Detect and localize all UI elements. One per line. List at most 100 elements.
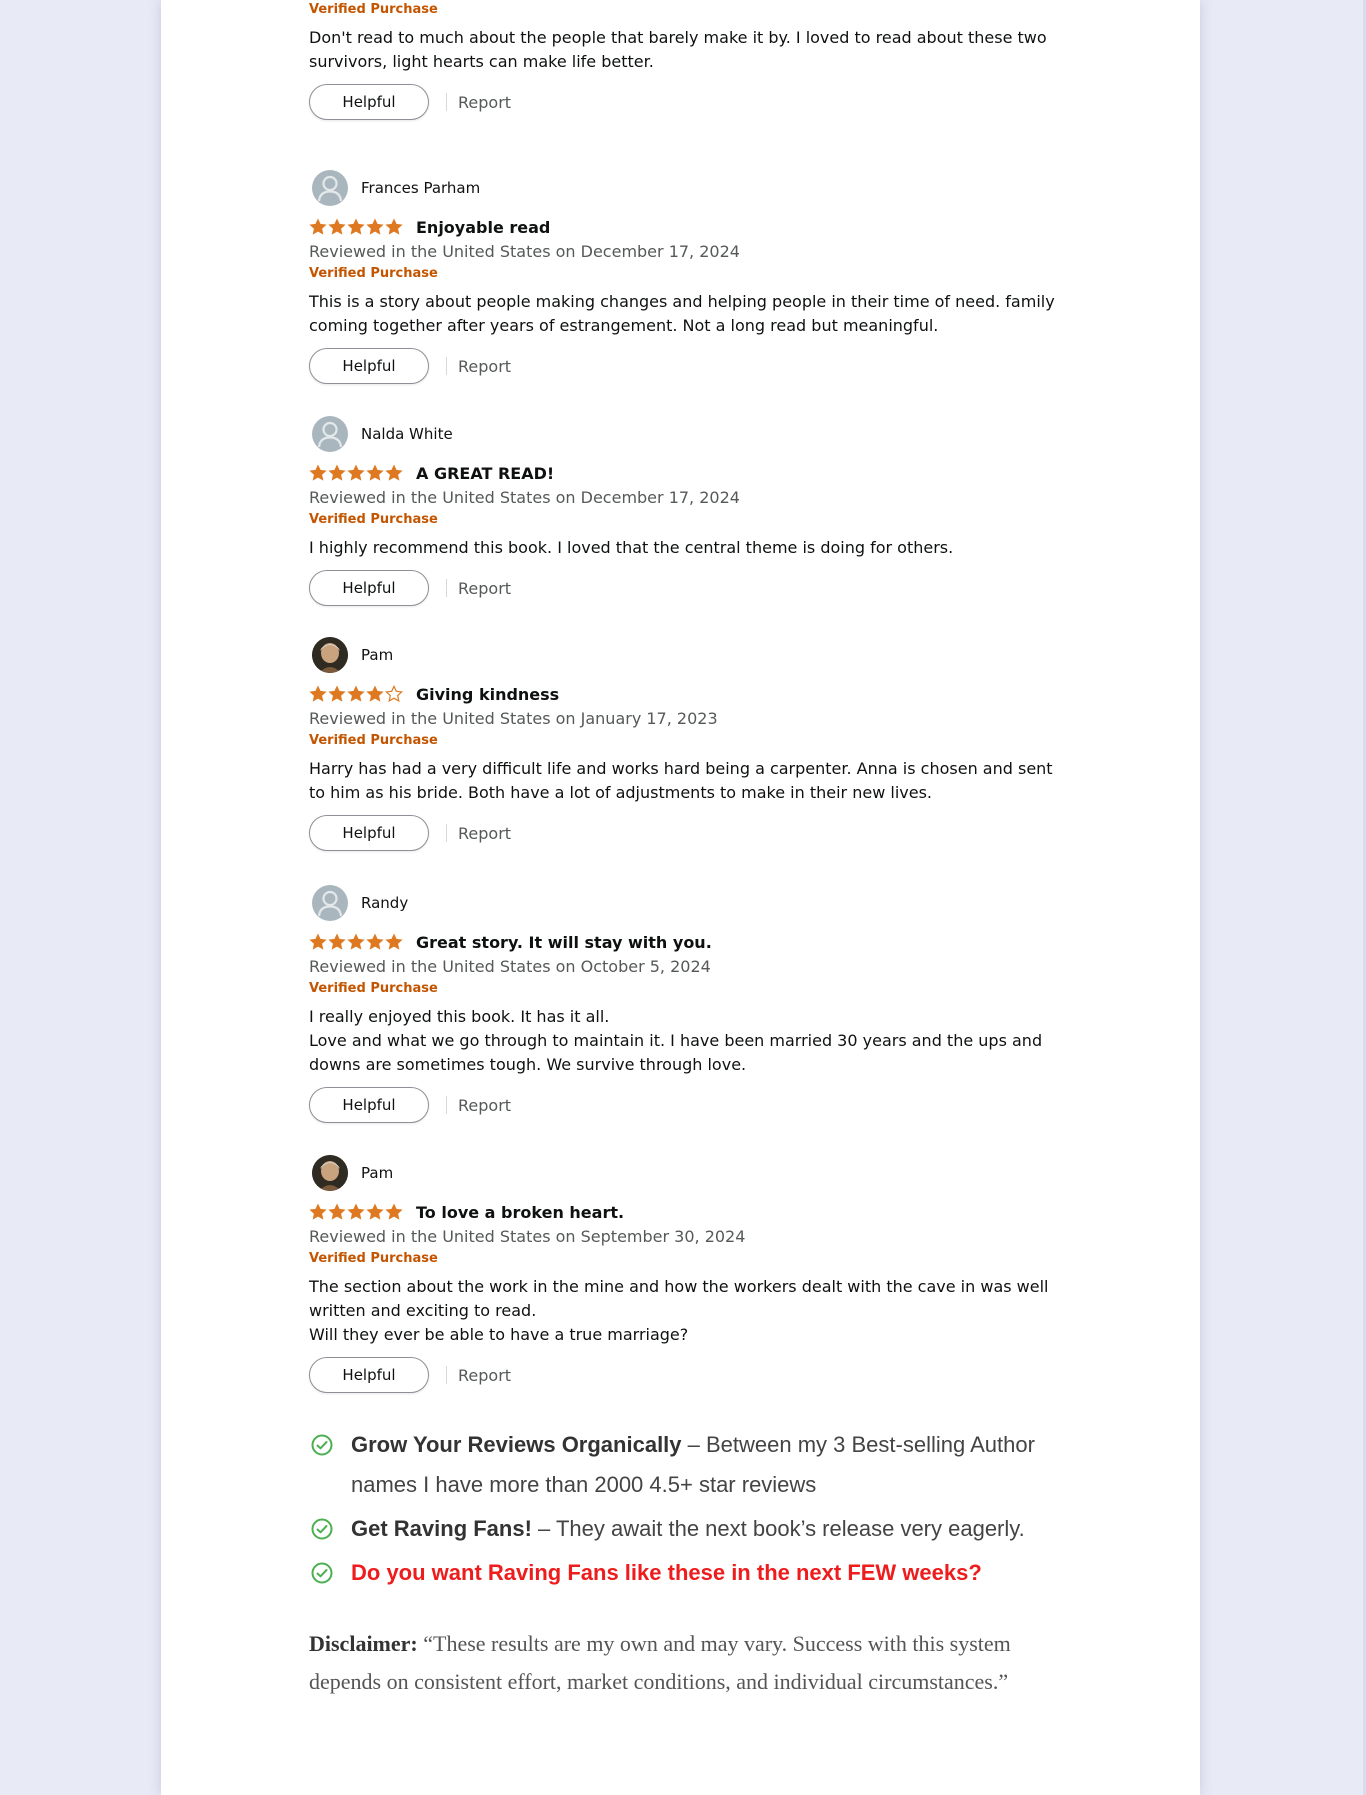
review-title-row: To love a broken heart.	[309, 1201, 1069, 1223]
star-rating[interactable]	[309, 933, 404, 951]
helpful-button[interactable]: Helpful	[309, 348, 429, 384]
benefit-bold: Get Raving Fans!	[351, 1516, 532, 1541]
check-circle-icon	[311, 1562, 333, 1584]
star-filled-icon	[328, 218, 346, 235]
star-filled-icon	[347, 933, 365, 950]
report-link[interactable]: Report	[458, 93, 511, 112]
star-filled-icon	[366, 1203, 384, 1220]
report-link[interactable]: Report	[458, 579, 511, 598]
reviewer-name[interactable]: Randy	[361, 894, 408, 912]
star-filled-icon	[347, 685, 365, 702]
reviewer-name[interactable]: Frances Parham	[361, 179, 480, 197]
review-date: Reviewed in the United States on Decembe…	[309, 242, 740, 261]
reviewer-profile[interactable]: Nalda White	[309, 416, 1069, 452]
reviewer-profile[interactable]: Randy	[309, 885, 1069, 921]
page-container: Reviewed in the United States on Decembe…	[161, 0, 1200, 1795]
review-body: The section about the work in the mine a…	[309, 1277, 1049, 1344]
star-rating[interactable]	[309, 464, 404, 482]
star-filled-icon	[347, 464, 365, 481]
divider	[446, 1366, 447, 1384]
review-body: I really enjoyed this book. It has it al…	[309, 1007, 1043, 1074]
star-filled-icon	[347, 1203, 365, 1220]
benefit-bold: Grow Your Reviews Organically	[351, 1432, 682, 1457]
reviewer-profile[interactable]: Pam	[309, 637, 1069, 673]
avatar-default-icon	[312, 885, 348, 921]
review-body: Don't read to much about the people that…	[309, 28, 1047, 71]
helpful-button[interactable]: Helpful	[309, 815, 429, 851]
reviewer-name[interactable]: Pam	[361, 1164, 393, 1182]
star-filled-icon	[328, 933, 346, 950]
review-title[interactable]: To love a broken heart.	[416, 1203, 624, 1222]
avatar-default-icon	[312, 416, 348, 452]
review-item: Nalda White A GREAT READ! Reviewed in the …	[309, 416, 1069, 606]
helpful-button[interactable]: Helpful	[309, 1087, 429, 1123]
star-filled-icon	[385, 464, 403, 481]
star-filled-icon	[328, 685, 346, 702]
benefit-item-cta: Do you want Raving Fans like these in th…	[311, 1553, 1071, 1593]
review-title[interactable]: A GREAT READ!	[416, 464, 554, 483]
verified-purchase-badge: Verified Purchase	[309, 733, 438, 748]
review-item: Pam To love a broken heart. Reviewed in th…	[309, 1155, 1069, 1393]
star-filled-icon	[328, 1203, 346, 1220]
check-circle-icon	[311, 1518, 333, 1540]
review-date: Reviewed in the United States on January…	[309, 709, 718, 728]
star-filled-icon	[366, 218, 384, 235]
review-title[interactable]: Enjoyable read	[416, 218, 550, 237]
review-body: This is a story about people making chan…	[309, 292, 1055, 335]
review-actions: Helpful Report	[309, 84, 1069, 120]
verified-purchase-badge: Verified Purchase	[309, 2, 438, 17]
star-filled-icon	[309, 218, 327, 235]
verified-purchase-badge: Verified Purchase	[309, 266, 438, 281]
helpful-button[interactable]: Helpful	[309, 1357, 429, 1393]
review-body: I highly recommend this book. I loved th…	[309, 538, 954, 557]
review-title-row: Giving kindness	[309, 683, 1069, 705]
review-title-row: Enjoyable read	[309, 216, 1069, 238]
review-item: Pam Giving kindness Reviewed in the United…	[309, 637, 1069, 851]
verified-purchase-badge: Verified Purchase	[309, 981, 438, 996]
verified-purchase-badge: Verified Purchase	[309, 512, 438, 527]
report-link[interactable]: Report	[458, 357, 511, 376]
benefits-list: Grow Your Reviews Organically – Between …	[311, 1425, 1071, 1597]
report-link[interactable]: Report	[458, 1096, 511, 1115]
review-date: Reviewed in the United States on October…	[309, 957, 711, 976]
star-filled-icon	[385, 1203, 403, 1220]
divider	[446, 824, 447, 842]
review-actions: Helpful Report	[309, 570, 1069, 606]
review-item: Reviewed in the United States on Decembe…	[309, 0, 1069, 120]
benefit-text: – They await the next book’s release ver…	[531, 1516, 1025, 1541]
star-filled-icon	[385, 218, 403, 235]
check-circle-icon	[311, 1434, 333, 1456]
star-filled-icon	[309, 1203, 327, 1220]
review-actions: Helpful Report	[309, 1357, 1069, 1393]
star-rating[interactable]	[309, 218, 404, 236]
review-title-row: A GREAT READ!	[309, 462, 1069, 484]
helpful-button[interactable]: Helpful	[309, 570, 429, 606]
avatar-photo	[312, 1155, 348, 1191]
benefit-cta-text: Do you want Raving Fans like these in th…	[351, 1560, 982, 1585]
review-title[interactable]: Great story. It will stay with you.	[416, 933, 712, 952]
verified-purchase-badge: Verified Purchase	[309, 1251, 438, 1266]
review-actions: Helpful Report	[309, 348, 1069, 384]
divider	[446, 579, 447, 597]
star-filled-icon	[309, 933, 327, 950]
reviewer-profile[interactable]: Frances Parham	[309, 170, 1069, 206]
reviewer-name[interactable]: Nalda White	[361, 425, 453, 443]
review-item: Randy Great story. It will stay with you.…	[309, 885, 1069, 1123]
review-date: Reviewed in the United States on Septemb…	[309, 1227, 746, 1246]
report-link[interactable]: Report	[458, 1366, 511, 1385]
helpful-button[interactable]: Helpful	[309, 84, 429, 120]
review-title[interactable]: Giving kindness	[416, 685, 559, 704]
review-actions: Helpful Report	[309, 815, 1069, 851]
star-rating[interactable]	[309, 1203, 404, 1221]
review-actions: Helpful Report	[309, 1087, 1069, 1123]
star-filled-icon	[347, 218, 365, 235]
star-rating[interactable]	[309, 685, 404, 703]
reviewer-profile[interactable]: Pam	[309, 1155, 1069, 1191]
reviewer-name[interactable]: Pam	[361, 646, 393, 664]
star-empty-icon	[385, 685, 403, 703]
divider	[446, 1096, 447, 1114]
star-filled-icon	[385, 933, 403, 950]
report-link[interactable]: Report	[458, 824, 511, 843]
review-item: Frances Parham Enjoyable read Reviewed in …	[309, 170, 1069, 384]
star-filled-icon	[366, 933, 384, 950]
